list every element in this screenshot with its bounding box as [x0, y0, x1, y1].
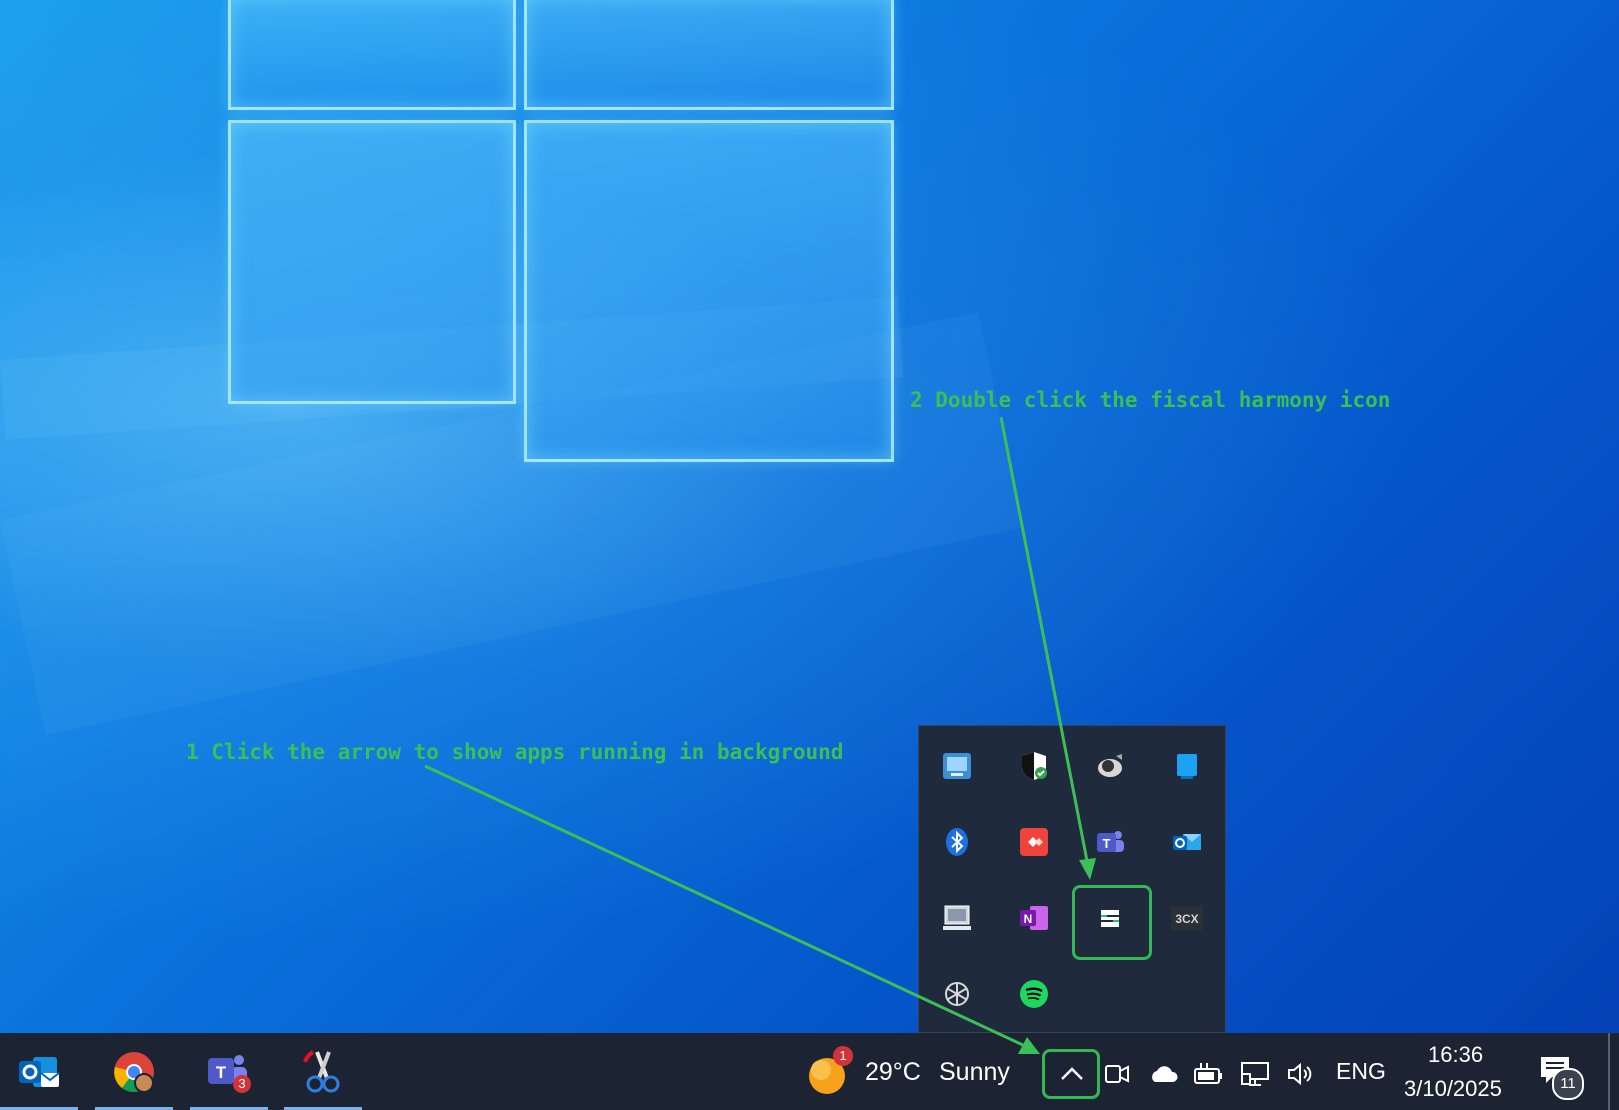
outlook-icon [17, 1051, 61, 1093]
bluetooth-icon[interactable] [937, 822, 977, 862]
outlook-tray-icon[interactable] [1167, 822, 1207, 862]
chrome-icon [111, 1049, 157, 1095]
teams-icon[interactable]: T [1090, 822, 1130, 862]
teams-badge: 3 [238, 1075, 246, 1091]
svg-text:T: T [216, 1063, 227, 1082]
taskbar-snipping-tool[interactable] [284, 1033, 362, 1110]
window-logo-pane-br [524, 120, 894, 462]
svg-text:N: N [1024, 912, 1033, 926]
chatgpt-icon[interactable] [937, 974, 977, 1014]
weather-condition: Sunny [939, 1058, 1010, 1086]
anydesk-icon[interactable] [1014, 822, 1054, 862]
action-center-button[interactable]: 11 [1532, 1050, 1592, 1100]
svg-text:3CX: 3CX [1175, 912, 1198, 926]
taskbar-chrome[interactable] [95, 1033, 173, 1110]
show-hidden-icons-button[interactable] [1042, 1049, 1100, 1099]
3cx-icon[interactable]: 3CX [1167, 898, 1207, 938]
taskbar-teams[interactable]: T 3 [190, 1033, 268, 1110]
svg-text:T: T [1103, 836, 1111, 851]
teams-icon: T 3 [206, 1050, 252, 1094]
clock[interactable]: 16:36 3/10/2025 [1396, 1038, 1516, 1104]
window-logo-pane-bl [228, 120, 516, 404]
intel-graphics-icon[interactable] [937, 746, 977, 786]
spotify-icon[interactable] [1014, 974, 1054, 1014]
window-logo-pane-tr [524, 0, 894, 110]
weather-widget[interactable]: 1 29°C Sunny [805, 1046, 1015, 1098]
onenote-icon[interactable]: N [1014, 898, 1054, 938]
chevron-up-icon [1059, 1062, 1085, 1086]
snipping-tool-icon [301, 1048, 345, 1096]
battery-icon[interactable] [1192, 1054, 1226, 1094]
meet-now-icon[interactable] [1100, 1054, 1134, 1094]
annotation-step-2: 2 Double click the fiscal harmony icon [910, 388, 1391, 412]
weather-badge: 1 [833, 1046, 853, 1066]
speaker-app-icon[interactable] [1090, 746, 1130, 786]
desktop-wallpaper [0, 0, 1619, 1033]
volume-icon[interactable] [1284, 1054, 1318, 1094]
laptop-display-icon[interactable] [937, 898, 977, 938]
blue-app-icon[interactable] [1167, 746, 1207, 786]
weather-temp: 29°C [865, 1058, 921, 1086]
fiscal-harmony-highlight [1072, 885, 1152, 960]
taskbar-outlook[interactable] [0, 1033, 78, 1110]
network-icon[interactable] [1238, 1054, 1272, 1094]
notification-count: 11 [1552, 1068, 1584, 1100]
annotation-step-1: 1 Click the arrow to show apps running i… [186, 740, 844, 764]
language-indicator[interactable]: ENG [1336, 1058, 1386, 1085]
windows-security-icon[interactable] [1014, 746, 1054, 786]
tray-overflow-popup: T N 3CX [918, 725, 1226, 1033]
show-desktop-divider[interactable] [1608, 1033, 1610, 1110]
window-logo-pane-tl [228, 0, 516, 110]
onedrive-icon[interactable] [1146, 1054, 1180, 1094]
clock-date: 3/10/2025 [1404, 1076, 1502, 1101]
clock-time: 16:36 [1428, 1042, 1484, 1067]
